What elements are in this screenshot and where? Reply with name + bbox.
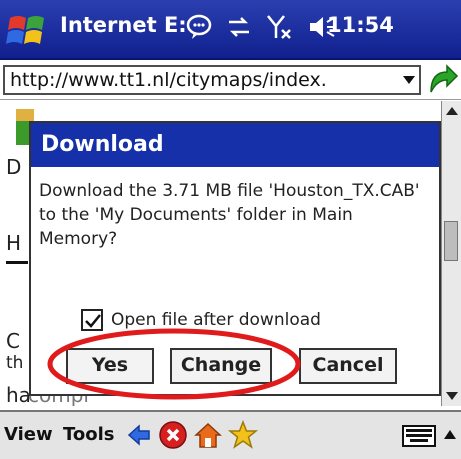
menu-bar: View Tools — [0, 410, 461, 459]
windows-start-icon[interactable] — [6, 10, 50, 50]
go-arrow-icon[interactable] — [425, 62, 459, 96]
app-title: Internet E: — [60, 13, 187, 37]
chevron-down-icon[interactable] — [403, 76, 415, 84]
dialog-message: Download the 3.71 MB file 'Houston_TX.CA… — [39, 181, 420, 249]
page-rule — [6, 261, 28, 264]
scroll-up-icon[interactable] — [446, 107, 458, 115]
page-text-fragment: th — [6, 353, 24, 373]
status-icons — [186, 12, 336, 46]
page-text-fragment: H — [6, 231, 22, 255]
scroll-thumb[interactable] — [444, 221, 458, 261]
back-icon[interactable] — [125, 420, 155, 450]
home-icon[interactable] — [193, 420, 223, 450]
title-bar: Internet E: 11:54 — [0, 0, 461, 60]
scroll-down-icon[interactable] — [446, 392, 458, 400]
page-text-fragment: D — [6, 155, 22, 179]
clock: 11:54 — [327, 13, 394, 37]
keyboard-icon[interactable] — [402, 425, 436, 447]
cancel-button[interactable]: Cancel — [299, 348, 397, 384]
vertical-scrollbar[interactable] — [441, 101, 461, 406]
page-text-fragment: C — [6, 329, 20, 353]
input-panel-arrow-icon[interactable] — [444, 430, 456, 439]
highlight-ellipse — [47, 328, 301, 400]
favorites-icon[interactable] — [228, 420, 258, 450]
view-menu[interactable]: View — [4, 424, 53, 445]
signal-icon[interactable] — [266, 14, 294, 44]
connectivity-icon[interactable] — [226, 14, 252, 44]
address-bar: http://www.tt1.nl/citymaps/index. — [0, 60, 461, 100]
stop-icon[interactable] — [158, 420, 188, 450]
url-text[interactable]: http://www.tt1.nl/citymaps/index. — [10, 69, 390, 91]
chat-bubble-icon[interactable] — [186, 14, 212, 44]
tools-menu[interactable]: Tools — [63, 424, 115, 445]
url-field[interactable]: http://www.tt1.nl/citymaps/index. — [3, 65, 421, 95]
dialog-title: Download — [31, 123, 439, 167]
